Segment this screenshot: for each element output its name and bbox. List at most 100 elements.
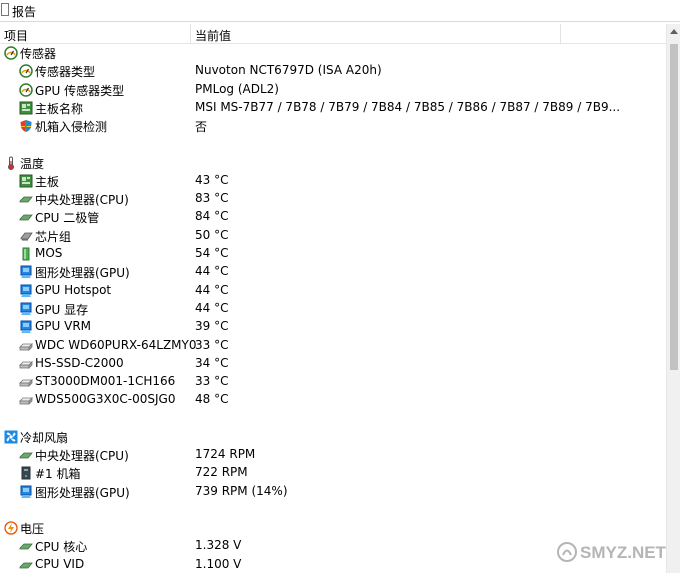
sensor-value: 1.100 V — [195, 556, 242, 571]
hard-drive-icon — [19, 360, 33, 369]
sensor-value: MSI MS-7B77 / 7B78 / 7B79 / 7B84 / 7B85 … — [195, 99, 621, 114]
sensor-name: 机箱入侵检测 — [35, 120, 108, 135]
scroll-thumb[interactable] — [670, 44, 678, 370]
sensor-name: 中央处理器(CPU) — [35, 193, 129, 208]
sensor-value: PMLog (ADL2) — [195, 81, 279, 96]
sensor-value: 否 — [195, 120, 208, 135]
sensor-name: GPU 传感器类型 — [35, 83, 125, 98]
sensor-name: GPU 显存 — [35, 302, 89, 317]
sensor-name: GPU Hotspot — [35, 282, 112, 297]
sensor-name: WDS500G3X0C-00SJG0 — [35, 392, 176, 407]
mos-icon — [22, 247, 30, 261]
sensor-name: CPU VID — [35, 556, 85, 571]
sensor-list: 传感器 传感器类型 Nuvoton NCT6797D (ISA A20h) GPU 传… — [0, 44, 666, 573]
case-icon — [21, 466, 31, 480]
voltage-icon — [4, 521, 18, 535]
watermark-logo-icon — [557, 542, 577, 562]
column-value-header[interactable]: 当前值 — [195, 27, 231, 44]
hard-drive-icon — [19, 379, 33, 388]
group-label: 传感器 — [20, 47, 57, 61]
gpu-icon — [20, 265, 32, 279]
sensor-value: 43 °C — [195, 172, 229, 187]
sensor-row[interactable]: 图形处理器(GPU) 44 °C — [0, 263, 666, 281]
sensor-value: 722 RPM — [195, 465, 248, 480]
vertical-scrollbar[interactable] — [666, 24, 680, 573]
sensor-value: 84 °C — [195, 209, 229, 224]
sensor-value: 44 °C — [195, 300, 229, 315]
column-divider[interactable] — [560, 24, 561, 44]
cpu-icon — [19, 214, 33, 221]
sensor-row[interactable]: GPU VRM 39 °C — [0, 318, 666, 336]
cpu-icon — [19, 452, 33, 459]
sensor-value: 54 °C — [195, 246, 229, 260]
sensor-name: 图形处理器(GPU) — [35, 485, 130, 500]
sensor-row[interactable]: #1 机箱 722 RPM — [0, 464, 666, 482]
sensor-value: 33 °C — [195, 374, 229, 389]
shield-icon — [20, 120, 32, 133]
group-label: 电压 — [20, 521, 45, 536]
sensor-name: ST3000DM001-1CH166 — [35, 374, 176, 389]
sensor-row[interactable]: WDS500G3X0C-00SJG0 48 °C — [0, 391, 666, 409]
group-row[interactable]: 电压 — [0, 519, 666, 537]
sensor-row[interactable]: 主板 43 °C — [0, 172, 666, 190]
sensor-name: MOS — [35, 246, 63, 260]
sensor-row[interactable]: 芯片组 50 °C — [0, 227, 666, 245]
sensor-row[interactable]: GPU 传感器类型 PMLog (ADL2) — [0, 81, 666, 99]
hard-drive-icon — [19, 397, 33, 406]
sensor-row[interactable]: 传感器类型 Nuvoton NCT6797D (ISA A20h) — [0, 62, 666, 80]
sensor-value: 50 °C — [195, 227, 229, 242]
sensor-name: WDC WD60PURX-64LZMY0 — [35, 337, 197, 352]
sensor-value: 44 °C — [195, 264, 229, 279]
gpu-sensor-icon — [19, 82, 33, 97]
sensor-value: 44 °C — [195, 282, 229, 297]
sensor-row[interactable]: 图形处理器(GPU) 739 RPM (14%) — [0, 483, 666, 501]
report-title[interactable]: 报告 — [12, 3, 36, 20]
report-icon — [1, 3, 9, 16]
cpu-icon — [19, 543, 33, 550]
sensor-row[interactable]: CPU 二极管 84 °C — [0, 208, 666, 226]
sensor-value: 33 °C — [195, 337, 229, 352]
sensor-row[interactable]: GPU Hotspot 44 °C — [0, 282, 666, 300]
cpu-icon — [19, 561, 33, 568]
sensor-name: 芯片组 — [35, 229, 72, 244]
sensor-name: HS-SSD-C2000 — [35, 355, 124, 370]
group-label: 冷却风扇 — [20, 430, 69, 445]
sensor-value: 1724 RPM — [195, 447, 256, 461]
sensor-name: 传感器类型 — [35, 65, 96, 80]
sensor-row[interactable]: ST3000DM001-1CH166 33 °C — [0, 373, 666, 391]
group-row[interactable]: 温度 — [0, 154, 666, 172]
column-divider[interactable] — [190, 24, 191, 44]
sensor-name: 主板名称 — [35, 101, 84, 116]
report-toolbar: 报告 — [0, 0, 680, 22]
sensor-row[interactable]: WDC WD60PURX-64LZMY0 33 °C — [0, 337, 666, 355]
sensor-gauge-icon — [19, 64, 33, 79]
sensor-value: 83 °C — [195, 191, 229, 206]
sensor-value: 34 °C — [195, 355, 229, 370]
sensor-name: 主板 — [35, 174, 60, 189]
sensor-row[interactable]: 中央处理器(CPU) 1724 RPM — [0, 446, 666, 464]
hard-drive-icon — [19, 342, 33, 351]
sensor-row[interactable]: HS-SSD-C2000 34 °C — [0, 355, 666, 373]
group-row[interactable]: 冷却风扇 — [0, 428, 666, 446]
column-item-header[interactable]: 项目 — [4, 27, 28, 44]
group-label: 温度 — [20, 156, 45, 171]
sensor-row[interactable]: 中央处理器(CPU) 83 °C — [0, 190, 666, 208]
gpu-icon — [20, 302, 32, 315]
sensor-name: GPU VRM — [35, 319, 92, 334]
sensor-row[interactable]: 主板名称 MSI MS-7B77 / 7B78 / 7B79 / 7B84 / 7… — [0, 99, 666, 117]
gpu-icon — [20, 284, 32, 297]
sensor-row[interactable]: 机箱入侵检测 否 — [0, 117, 666, 135]
sensor-value: 48 °C — [195, 392, 229, 407]
sensor-row[interactable]: GPU 显存 44 °C — [0, 300, 666, 318]
chipset-icon — [20, 232, 33, 241]
sensor-row[interactable]: MOS 54 °C — [0, 245, 666, 263]
group-row[interactable]: 传感器 — [0, 44, 666, 62]
scroll-up-arrow-icon[interactable] — [670, 29, 678, 34]
sensor-value: 739 RPM (14%) — [195, 483, 288, 498]
column-header: 项目 当前值 — [0, 24, 666, 44]
motherboard-icon — [19, 174, 33, 188]
sensor-name: #1 机箱 — [35, 467, 81, 482]
fan-icon — [4, 430, 18, 444]
sensor-name: CPU 二极管 — [35, 211, 100, 226]
gpu-icon — [20, 320, 32, 334]
